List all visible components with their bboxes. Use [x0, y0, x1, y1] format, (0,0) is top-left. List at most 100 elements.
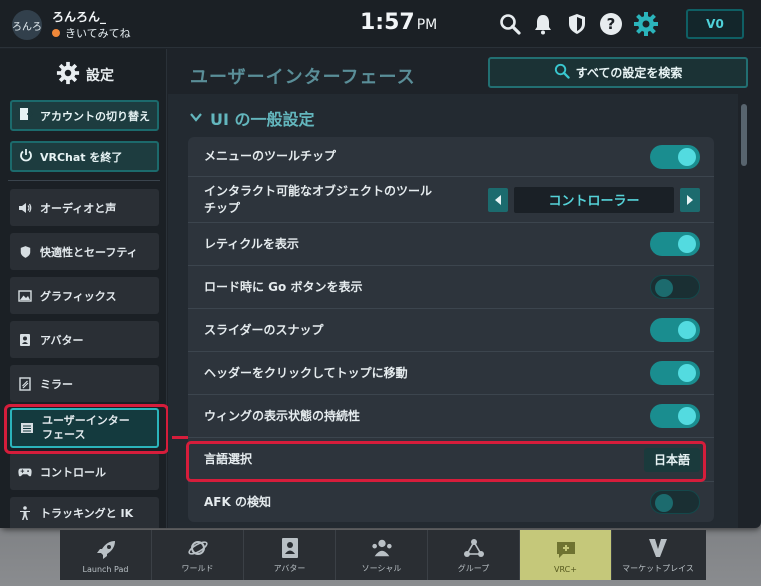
avatar-icon [18, 333, 32, 347]
gear-icon[interactable] [633, 11, 659, 37]
sidebar-item-mirror[interactable]: ミラー [10, 365, 159, 402]
setting-label: ヘッダーをクリックしてトップに移動 [204, 365, 408, 380]
go-button-toggle[interactable] [650, 275, 700, 299]
dock-worlds[interactable]: ワールド [152, 530, 244, 580]
sidebar-item-label: 快適性とセーフティ [40, 245, 138, 259]
group-header[interactable]: UI の一般設定 [190, 106, 315, 130]
toggle-knob [678, 407, 696, 425]
afk-detection-toggle[interactable] [650, 490, 700, 514]
sidebar-item-graphics[interactable]: グラフィックス [10, 277, 159, 314]
shield-icon[interactable] [564, 11, 590, 37]
door-exit-icon [19, 107, 34, 124]
sidebar-item-controls[interactable]: コントロール [10, 453, 159, 490]
switch-account-label: アカウントの切り替え [40, 109, 150, 123]
sidebar-item-label: トラッキングと IK [40, 506, 134, 520]
toggle-knob [678, 147, 696, 166]
setting-row-wing-persistence: ウィングの表示状態の持続性 [188, 395, 714, 438]
status-text: きいてみてね [65, 27, 131, 40]
sidebar: 設定 アカウントの切り替え VRChat を終了 オーディオと声 快適性とセーフ… [0, 49, 167, 528]
setting-label: ロード時に Go ボタンを表示 [204, 279, 363, 294]
dock-launch-pad[interactable]: Launch Pad [60, 530, 152, 580]
toggle-knob [655, 279, 673, 297]
dock-marketplace[interactable]: マーケットプレイス [612, 530, 704, 580]
bottom-dock: Launch Pad ワールド アバター ソーシャル グループ VRC+ マーケ… [60, 530, 706, 580]
setting-label: AFK の検知 [204, 494, 271, 509]
search-icon [554, 63, 570, 82]
quit-vrchat-button[interactable]: VRChat を終了 [10, 141, 159, 172]
sidebar-item-audio[interactable]: オーディオと声 [10, 189, 159, 226]
tooltip-mode-selector: コントローラー [488, 186, 700, 213]
sidebar-item-tracking-ik[interactable]: トラッキングと IK [10, 497, 159, 528]
gamepad-icon [18, 465, 32, 479]
setting-label: メニューのツールチップ [204, 149, 337, 163]
wing-persistence-toggle[interactable] [650, 404, 700, 428]
annotation-connector [172, 436, 188, 439]
rocket-icon [95, 539, 117, 561]
vrcplus-icon [555, 539, 577, 561]
dock-label: Launch Pad [82, 565, 129, 574]
arrow-right-icon [687, 194, 693, 205]
clock-ampm: PM [416, 17, 438, 33]
person-icon [18, 505, 32, 520]
annotation-highlight-language [186, 441, 706, 482]
svg-text:?: ? [607, 15, 616, 33]
v-logo-icon [647, 537, 669, 559]
bell-icon[interactable] [530, 11, 556, 37]
slider-snap-toggle[interactable] [650, 318, 700, 342]
setting-row-menu-tooltips: メニューのツールチップ [188, 137, 714, 177]
settings-title: 設定 [56, 61, 114, 89]
next-option-button[interactable] [680, 187, 700, 212]
search-all-settings-button[interactable]: すべての設定を検索 [488, 57, 748, 88]
vrc-credits-button[interactable]: V0 [686, 9, 744, 39]
dock-social[interactable]: ソーシャル [336, 530, 428, 580]
sidebar-item-label: ミラー [40, 377, 73, 391]
shield-icon [18, 245, 32, 259]
dock-label: VRC+ [554, 565, 577, 574]
dock-groups[interactable]: グループ [428, 530, 520, 580]
chevron-down-icon [190, 111, 202, 125]
show-reticle-toggle[interactable] [650, 232, 700, 256]
setting-label: インタラクト可能なオブジェクトのツール チップ [204, 183, 433, 215]
setting-row-interactable-tooltips: インタラクト可能なオブジェクトのツール チップ コントローラー [188, 177, 714, 223]
sidebar-item-label: コントロール [40, 465, 106, 479]
menu-tooltips-toggle[interactable] [650, 144, 700, 169]
status-dot-icon [52, 29, 60, 37]
tooltip-mode-value: コントローラー [514, 186, 674, 213]
avatar[interactable]: ろんろ [12, 10, 42, 40]
sidebar-item-label: アバター [40, 333, 84, 347]
top-bar: ろんろ ろんろん_ きいてみてね 1:57 PM ? V0 [0, 0, 761, 48]
header-scroll-top-toggle[interactable] [650, 361, 700, 385]
quit-label: VRChat を終了 [40, 150, 123, 164]
dock-avatars[interactable]: アバター [244, 530, 336, 580]
toggle-knob [655, 494, 673, 512]
setting-row-show-reticle: レティクルを表示 [188, 223, 714, 266]
setting-row-header-scroll-top: ヘッダーをクリックしてトップに移動 [188, 352, 714, 395]
toggle-knob [678, 364, 696, 382]
power-icon [19, 148, 33, 165]
search-icon[interactable] [497, 11, 523, 37]
avatar-icon [279, 537, 301, 559]
people-icon [371, 537, 393, 559]
setting-label: スライダーのスナップ [204, 322, 324, 337]
clock: 1:57 PM [360, 10, 437, 35]
switch-account-button[interactable]: アカウントの切り替え [10, 100, 159, 131]
setting-row-slider-snap: スライダーのスナップ [188, 309, 714, 352]
group-icon [463, 537, 485, 559]
planet-icon [187, 537, 209, 559]
sidebar-item-comfort-safety[interactable]: 快適性とセーフティ [10, 233, 159, 270]
dock-label: マーケットプレイス [622, 564, 694, 573]
help-icon[interactable]: ? [598, 11, 624, 37]
setting-row-afk-detection: AFK の検知 [188, 482, 714, 522]
sidebar-divider [8, 180, 160, 181]
toggle-knob [678, 235, 696, 253]
sidebar-item-label: オーディオと声 [40, 201, 117, 215]
previous-option-button[interactable] [488, 187, 508, 212]
arrow-left-icon [495, 194, 501, 205]
image-icon [18, 289, 32, 303]
scrollbar-thumb[interactable] [741, 104, 747, 166]
gear-icon [56, 61, 80, 89]
dock-label: ワールド [181, 564, 214, 573]
settings-title-text: 設定 [86, 68, 114, 84]
sidebar-item-avatar[interactable]: アバター [10, 321, 159, 358]
dock-vrc-plus[interactable]: VRC+ [520, 530, 612, 580]
